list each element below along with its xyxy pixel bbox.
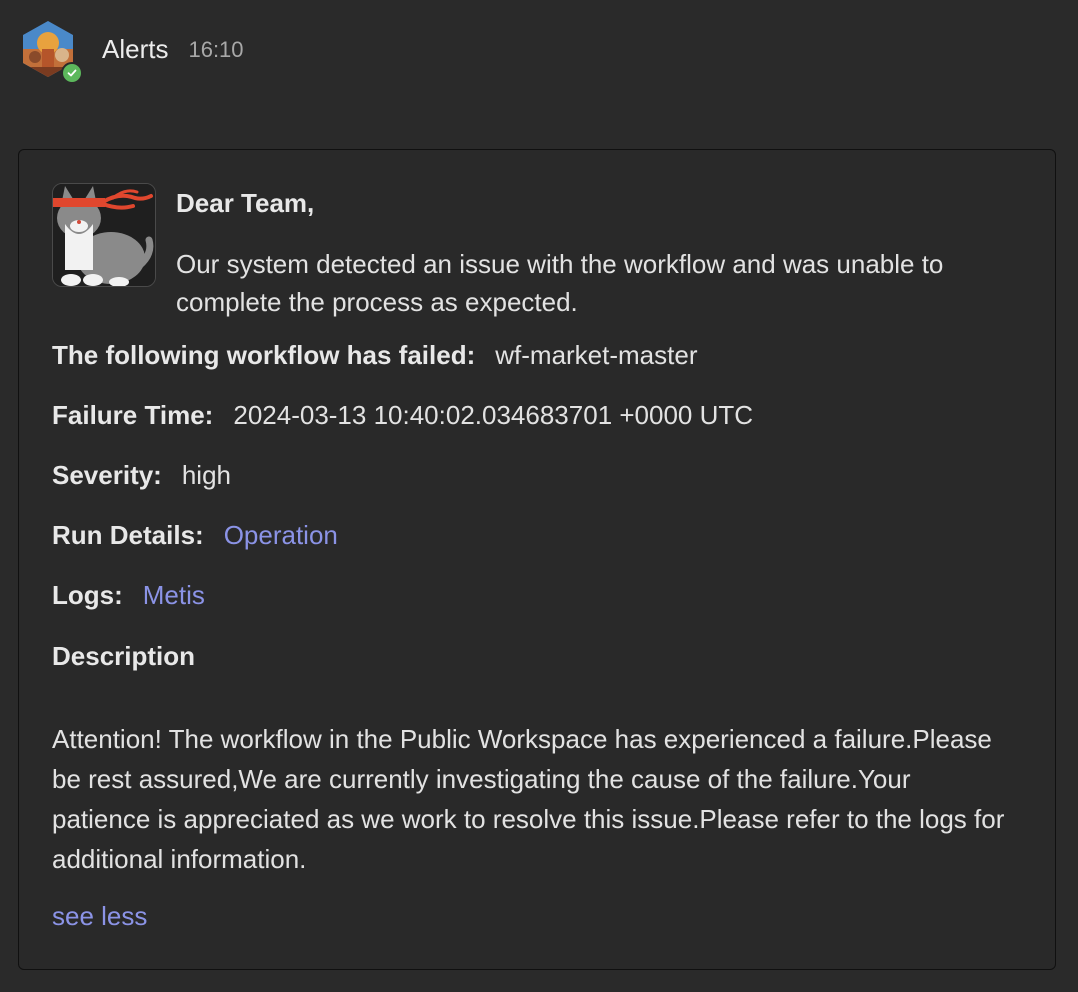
workflow-label: The following workflow has failed: — [52, 340, 476, 370]
logs-field: Logs: Metis — [52, 580, 205, 611]
run-details-label: Run Details: — [52, 520, 204, 550]
workflow-value: wf-market-master — [495, 340, 698, 370]
description-body: Attention! The workflow in the Public Wo… — [52, 724, 1005, 874]
metis-logs-link[interactable]: Metis — [143, 580, 205, 610]
operation-link[interactable]: Operation — [224, 520, 338, 550]
description-heading: Description — [52, 641, 196, 671]
failure-time-value: 2024-03-13 10:40:02.034683701 +0000 UTC — [233, 400, 754, 430]
message-header: Alerts 16:10 — [18, 18, 244, 84]
logs-label: Logs: — [52, 580, 123, 610]
alert-card: Dear Team, Our system detected an issue … — [18, 149, 1056, 970]
workflow-field: The following workflow has failed: wf-mar… — [52, 340, 698, 371]
status-available-icon — [61, 62, 83, 84]
run-details-field: Run Details: Operation — [52, 520, 338, 551]
message-timestamp: 16:10 — [188, 37, 244, 62]
failure-time-label: Failure Time: — [52, 400, 214, 430]
see-less-link[interactable]: see less — [52, 901, 147, 932]
failure-time-field: Failure Time: 2024-03-13 10:40:02.0346837… — [52, 400, 753, 431]
severity-label: Severity: — [52, 460, 162, 490]
greeting-text: Dear Team, — [176, 188, 315, 218]
ninja-cat-icon — [52, 183, 156, 287]
severity-field: Severity: high — [52, 460, 231, 491]
intro-text: Our system detected an issue with the wo… — [176, 249, 944, 317]
severity-value: high — [181, 460, 231, 490]
sender-avatar[interactable] — [18, 19, 83, 84]
sender-name[interactable]: Alerts — [102, 34, 168, 65]
